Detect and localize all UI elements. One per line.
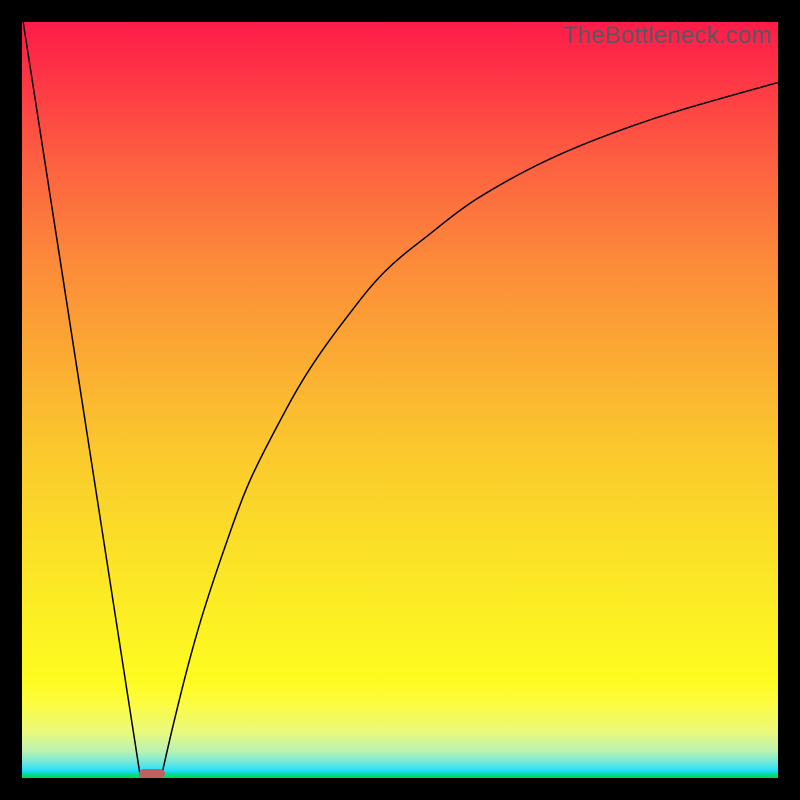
chart-frame: TheBottleneck.com (0, 0, 800, 800)
bottleneck-curve (22, 22, 778, 778)
curve-right-branch (162, 82, 778, 774)
curve-left-branch (22, 22, 140, 774)
optimal-marker (139, 769, 165, 778)
plot-area: TheBottleneck.com (22, 22, 778, 778)
